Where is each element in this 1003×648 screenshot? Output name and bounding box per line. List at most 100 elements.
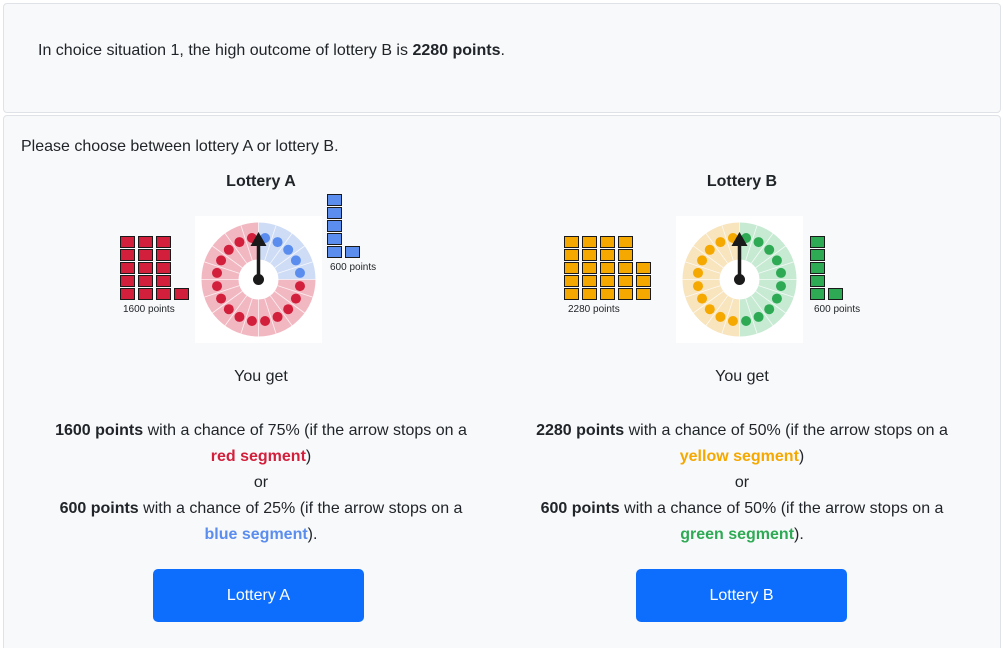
lottery-b-button[interactable]: Lottery B (636, 569, 847, 622)
lottery-a-low-points: 600 points (59, 500, 139, 517)
lottery-a-high-block (156, 249, 171, 261)
lottery-b-high-line: 2280 points with a chance of 50% (if the… (502, 418, 982, 444)
lottery-a-low-stack-label: 600 points (330, 262, 377, 273)
lottery-b-or: or (734, 474, 750, 491)
lottery-a-high-block (120, 236, 135, 248)
lottery-a-wheel-dot (223, 244, 234, 255)
choice-prompt: Please choose between lottery A or lotte… (21, 138, 339, 155)
lottery-b-wheel-dot (775, 267, 786, 278)
lottery-a-wheel-dot (216, 293, 227, 304)
lottery-a-wheel-dot (290, 255, 301, 266)
lottery-a-high-text: with a chance of 75% (if the arrow stops… (147, 422, 467, 439)
lottery-a-high-block (138, 262, 153, 274)
lottery-a-or: or (253, 474, 269, 491)
lottery-b-high-block (564, 262, 579, 274)
lottery-b-high-block (618, 262, 633, 274)
lottery-a-low-seg-line: blue segment). (21, 522, 501, 548)
lottery-b-wheel-dot (753, 237, 764, 248)
lottery-b-wheel-dot (727, 315, 738, 326)
lottery-b-wheel (676, 216, 803, 343)
lottery-b-high-block (582, 275, 597, 287)
info-highlight: 2280 points (412, 42, 501, 59)
lottery-b-high-block (600, 236, 615, 248)
lottery-b-high-block (582, 249, 597, 261)
lottery-a-title: Lottery A (226, 173, 296, 190)
lottery-b-low-seg-line: green segment). (502, 522, 982, 548)
lottery-a-high-block (138, 236, 153, 248)
lottery-a-wheel-dot (294, 267, 305, 278)
lottery-b-low-block (810, 236, 825, 248)
lottery-a-high-block (174, 288, 189, 300)
lottery-a-wheel-dot (212, 281, 223, 292)
lottery-b-wheel-dot (693, 267, 704, 278)
lottery-a-high-block (120, 275, 135, 287)
lottery-a-wheel-dot (283, 304, 294, 315)
lottery-b-low-block (810, 275, 825, 287)
lottery-a-wheel-arrow-pivot (253, 274, 264, 285)
lottery-a-description: 1600 points with a chance of 75% (if the… (21, 418, 501, 548)
lottery-a-high-stack-label: 1600 points (123, 304, 175, 315)
lottery-b-title: Lottery B (706, 173, 778, 190)
lottery-a-red-segment-label: red segment (210, 448, 306, 465)
lottery-b-wheel-dot (775, 281, 786, 292)
lottery-a-low-block (327, 194, 342, 206)
lottery-b-wheel-dot (764, 244, 775, 255)
lottery-b-high-block (564, 236, 579, 248)
lottery-b-high-seg-line: yellow segment) (502, 444, 982, 470)
lottery-a-low-text: with a chance of 25% (if the arrow stops… (143, 500, 463, 517)
lottery-b-high-block (618, 236, 633, 248)
lottery-b-high-block (582, 262, 597, 274)
lottery-b-green-segment-label: green segment (680, 526, 795, 543)
lottery-a-wheel-dot (216, 255, 227, 266)
lottery-a-wheel-dot (234, 237, 245, 248)
lottery-b-yellow-segment-label: yellow segment (679, 448, 799, 465)
lottery-a-wheel (195, 216, 322, 343)
lottery-b-high-close: ) (798, 448, 805, 465)
lottery-a-high-block (138, 288, 153, 300)
lottery-a-wheel-dot (290, 293, 301, 304)
lottery-b-wheel-dot (764, 304, 775, 315)
lottery-b-low-points: 600 points (540, 500, 620, 517)
lottery-a-wheel-dot (223, 304, 234, 315)
lottery-b-high-block (564, 288, 579, 300)
lottery-a-high-block (120, 262, 135, 274)
lottery-b-low-block (810, 249, 825, 261)
lottery-a-low-block (327, 233, 342, 245)
lottery-a-high-seg-line: red segment) (21, 444, 501, 470)
lottery-a-wheel-dot (272, 237, 283, 248)
lottery-b-high-text: with a chance of 50% (if the arrow stops… (628, 422, 948, 439)
info-card: In choice situation 1, the high outcome … (3, 3, 1001, 113)
lottery-a-wheel-dot (234, 311, 245, 322)
lottery-b-high-block (600, 249, 615, 261)
lottery-b-wheel-dot (771, 255, 782, 266)
lottery-b-high-block (600, 288, 615, 300)
lottery-a-you-get: You get (234, 368, 288, 385)
lottery-b-high-block (564, 249, 579, 261)
lottery-b-high-block (618, 288, 633, 300)
lottery-b-high-block (618, 275, 633, 287)
lottery-b-wheel-dot (693, 281, 704, 292)
lottery-a-high-block (120, 249, 135, 261)
lottery-a-high-block (138, 249, 153, 261)
lottery-a-high-block (156, 288, 171, 300)
lottery-a-button[interactable]: Lottery A (153, 569, 364, 622)
lottery-b-low-block (828, 288, 843, 300)
lottery-b-high-block (582, 288, 597, 300)
lottery-b-you-get: You get (715, 368, 769, 385)
lottery-a-low-line: 600 points with a chance of 25% (if the … (21, 496, 501, 522)
lottery-a-low-block (327, 246, 342, 258)
lottery-b-wheel-dot (704, 244, 715, 255)
lottery-b-high-block (582, 236, 597, 248)
lottery-b-high-stack-label: 2280 points (568, 304, 620, 315)
info-text: In choice situation 1, the high outcome … (38, 42, 505, 60)
lottery-b-wheel-dot (753, 311, 764, 322)
lottery-b-wheel-dot (715, 237, 726, 248)
lottery-b-wheel-dot (704, 304, 715, 315)
lottery-a-low-block (345, 246, 360, 258)
lottery-a-wheel-dot (294, 281, 305, 292)
lottery-a-high-block (138, 275, 153, 287)
lottery-b-wheel-dot (715, 311, 726, 322)
lottery-b-low-text: with a chance of 50% (if the arrow stops… (624, 500, 944, 517)
lottery-b-low-block (810, 288, 825, 300)
info-suffix: . (500, 42, 505, 59)
